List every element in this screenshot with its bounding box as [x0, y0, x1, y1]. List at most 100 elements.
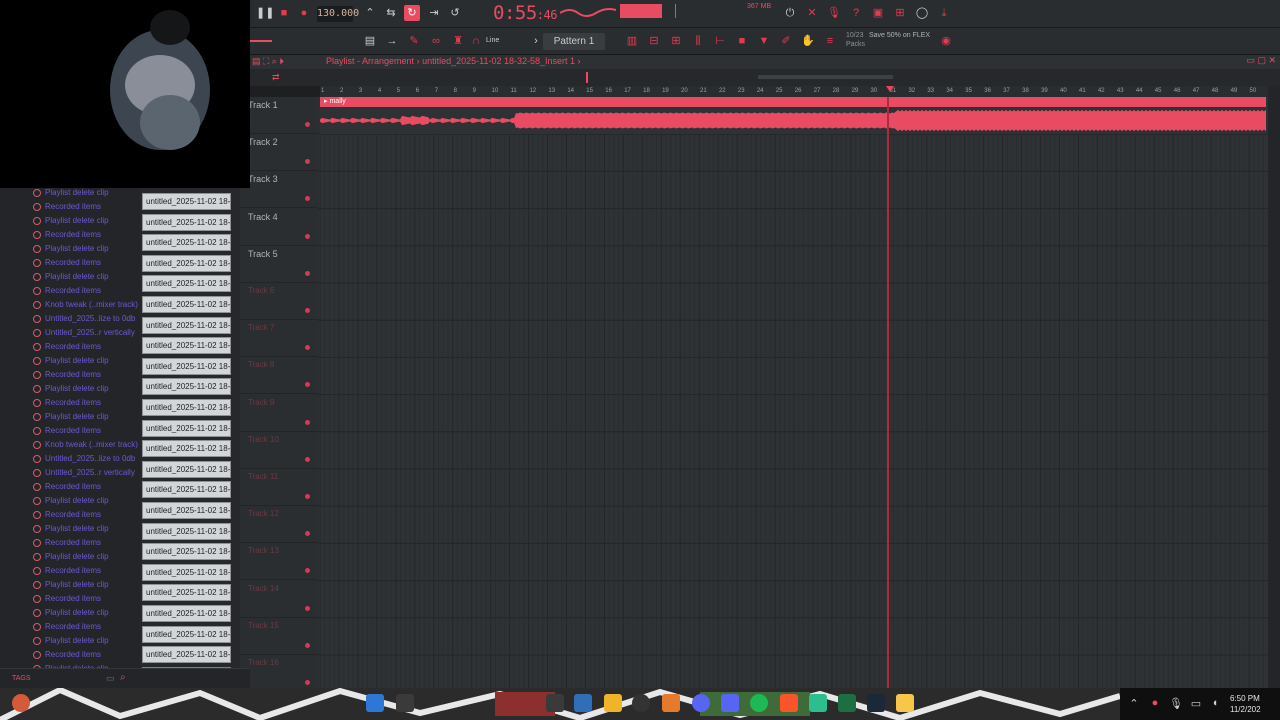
volume-icon[interactable]: ◖ [1208, 697, 1222, 711]
clip-list-item[interactable]: untitled_2025-11-02 18- [142, 522, 231, 540]
track-header[interactable]: Track 3 [240, 171, 318, 209]
window-controls[interactable]: ▭ ▢ ✕ [1246, 55, 1276, 66]
history-item[interactable]: Recorded items [0, 620, 140, 634]
channel-rack-icon[interactable]: ⊟ [646, 33, 662, 49]
clip-list-item[interactable]: untitled_2025-11-02 18- [142, 460, 231, 478]
chat-icon[interactable]: ◯ [914, 5, 930, 21]
excel-icon[interactable] [838, 694, 856, 712]
playlist-tools-icon[interactable]: ▤ ⛶ ⌕ ⏵ [252, 56, 284, 67]
track-header[interactable]: Track 2 [240, 134, 318, 172]
clock-time[interactable]: 6:50 PM [1230, 694, 1260, 703]
history-item[interactable]: Playlist delete clip [0, 522, 140, 536]
history-item[interactable]: Playlist delete clip [0, 550, 140, 564]
clip-list-item[interactable]: untitled_2025-11-02 18- [142, 254, 231, 272]
chevron-up-icon[interactable]: ⌃ [1127, 697, 1141, 711]
audio-clip[interactable]: ▸ mally [320, 97, 1266, 134]
piano-roll-icon[interactable]: ⊞ [668, 33, 684, 49]
clip-list-item[interactable]: untitled_2025-11-02 18- [142, 399, 231, 416]
history-item[interactable]: Recorded items [0, 340, 140, 354]
track-header[interactable]: Track 14 [240, 581, 318, 618]
history-item[interactable]: Recorded items [0, 228, 140, 242]
track-mute-icon[interactable] [305, 605, 310, 611]
history-item[interactable]: Playlist delete clip [0, 354, 140, 368]
network-icon[interactable]: ▭ [1189, 697, 1203, 711]
history-item[interactable]: Untitled_2025..r vertically [0, 466, 140, 480]
clip-list-item[interactable]: untitled_2025-11-02 18- [142, 440, 231, 458]
track-header[interactable]: Track 16 [240, 655, 318, 688]
clip-list-item[interactable]: untitled_2025-11-02 18- [142, 275, 231, 293]
track-mute-icon[interactable] [305, 419, 310, 425]
plugin-icon[interactable]: ■ [734, 33, 750, 49]
clip-list-item[interactable]: untitled_2025-11-02 18- [142, 502, 231, 519]
arrow-right-icon[interactable]: → [384, 33, 400, 49]
history-item[interactable]: Knob tweak (..mixer track) [0, 298, 140, 312]
tempo-display[interactable]: 130.000 [317, 6, 359, 22]
snap-slider[interactable] [250, 40, 272, 42]
flex-icon[interactable]: ◉ [938, 33, 954, 49]
mixer-view-icon[interactable]: ⫼ [690, 33, 706, 49]
snap-toggle-icon[interactable]: ⇄ [272, 73, 284, 82]
history-item[interactable]: Playlist delete clip [0, 578, 140, 592]
track-mute-icon[interactable] [305, 568, 310, 574]
clip-list-item[interactable]: untitled_2025-11-02 18- [142, 646, 231, 664]
browser-icon[interactable]: ⊢ [712, 33, 728, 49]
clip-list-item[interactable]: untitled_2025-11-02 18- [142, 337, 231, 355]
history-item[interactable]: Playlist delete clip [0, 606, 140, 620]
track-mute-icon[interactable] [305, 642, 310, 648]
discord-icon[interactable] [692, 694, 710, 712]
history-item[interactable]: Recorded items [0, 200, 140, 214]
start-icon[interactable] [366, 694, 384, 712]
discord-alt-icon[interactable] [721, 694, 739, 712]
clip-list-item[interactable]: untitled_2025-11-02 18- [142, 378, 231, 396]
brush-icon[interactable]: ✐ [778, 33, 794, 49]
playhead-line[interactable] [887, 97, 889, 688]
wait-input-icon[interactable]: ⇆ [383, 5, 399, 21]
microphone-tray-icon[interactable]: 🎙 [1169, 697, 1183, 711]
track-header[interactable]: Track 5 [240, 246, 318, 283]
fl-studio-taskbar-icon[interactable] [662, 694, 680, 712]
clip-list-item[interactable]: untitled_2025-11-02 18- [142, 563, 231, 581]
clip-list-item[interactable]: untitled_2025-11-02 18- [142, 584, 231, 602]
keyboard-icon[interactable]: ▤ [362, 33, 378, 49]
history-item[interactable]: Playlist delete clip [0, 188, 140, 200]
search-icon[interactable]: ⌕ [120, 672, 126, 683]
history-item[interactable]: Recorded items [0, 396, 140, 410]
midi-icon[interactable]: ✕ [804, 5, 820, 21]
brave-icon[interactable] [780, 694, 798, 712]
loop-record-icon[interactable]: ↺ [447, 5, 463, 21]
track-header[interactable]: Track 8 [240, 357, 318, 395]
track-mute-icon[interactable] [305, 680, 310, 685]
clip-list-item[interactable]: untitled_2025-11-02 18- [142, 316, 231, 334]
stamp-icon[interactable]: ♜ [450, 33, 466, 49]
track-header[interactable]: Track 15 [240, 618, 318, 655]
history-item[interactable]: Untitled_2025..r vertically [0, 326, 140, 340]
history-item[interactable]: Playlist delete clip [0, 382, 140, 396]
task-view-icon[interactable] [546, 694, 564, 712]
spotify-icon[interactable] [750, 694, 768, 712]
clip-list-item[interactable]: untitled_2025-11-02 18- [142, 625, 231, 643]
playhead-marker-icon[interactable] [886, 86, 894, 92]
track-mute-icon[interactable] [305, 270, 310, 276]
pause-icon[interactable]: ❚❚ [256, 5, 274, 21]
history-item[interactable]: Recorded items [0, 508, 140, 522]
track-header[interactable]: Track 10 [240, 432, 318, 469]
history-item[interactable]: Recorded items [0, 592, 140, 606]
clip-list-item[interactable]: untitled_2025-11-02 18- [142, 234, 231, 252]
history-item[interactable]: Recorded items [0, 284, 140, 298]
playlist-grid[interactable] [318, 97, 1268, 688]
track-mute-icon[interactable] [305, 382, 310, 388]
reset-icon[interactable]: ⏻ [782, 5, 798, 21]
history-item[interactable]: Recorded items [0, 480, 140, 494]
playlist-icon[interactable]: ▥ [624, 33, 640, 49]
track-mute-icon[interactable] [305, 494, 310, 499]
track-mute-icon[interactable] [305, 233, 310, 239]
download-icon[interactable]: ⤓ [936, 5, 952, 21]
snap-mode-label[interactable]: Line [486, 37, 499, 44]
fl-icon[interactable] [896, 694, 914, 712]
weather-icon[interactable] [12, 694, 30, 712]
history-item[interactable]: Playlist delete clip [0, 270, 140, 284]
track-header[interactable]: Track 9 [240, 395, 318, 432]
search-taskbar-icon[interactable] [396, 694, 414, 712]
track-header[interactable]: Track 6 [240, 283, 318, 320]
track-header[interactable]: Track 1 [240, 97, 318, 134]
